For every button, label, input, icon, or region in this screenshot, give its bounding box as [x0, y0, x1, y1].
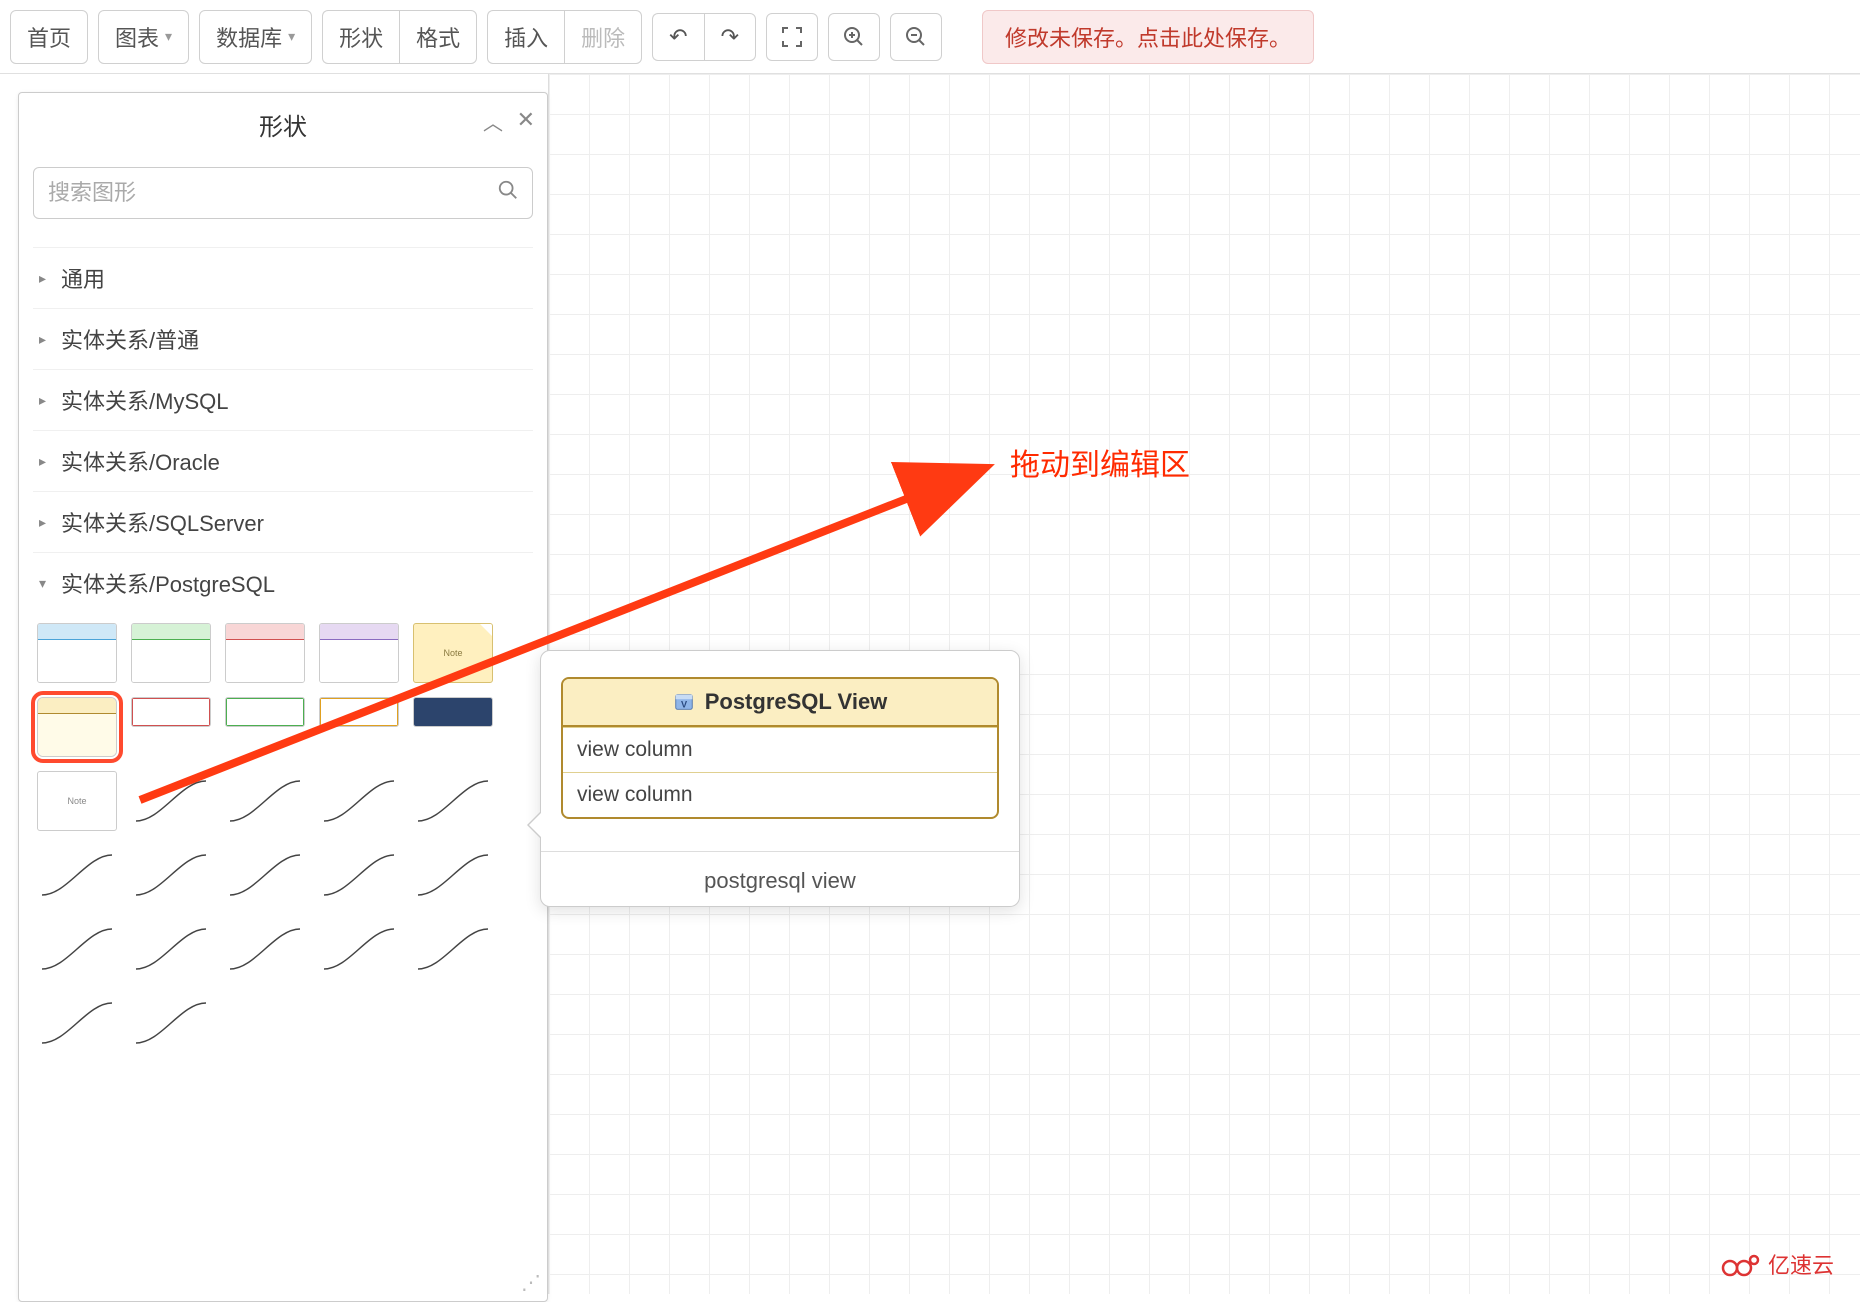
triangle-right-icon: ▸	[39, 453, 53, 470]
shape-note[interactable]: Note	[413, 623, 493, 683]
shape-relation-14[interactable]	[413, 919, 493, 979]
category-er-postgresql[interactable]: ▾ 实体关系/PostgreSQL	[33, 552, 533, 613]
category-label: 实体关系/Oracle	[61, 445, 220, 477]
category-er-common[interactable]: ▸ 实体关系/普通	[33, 308, 533, 369]
preview-row: view column	[563, 727, 997, 772]
database-dropdown[interactable]: 数据库 ▾	[199, 10, 312, 64]
shape-table-blue[interactable]	[37, 623, 117, 683]
delete-button: 删除	[564, 10, 642, 64]
shape-note-small[interactable]: Note	[37, 771, 117, 831]
shape-relation-5[interactable]	[37, 845, 117, 905]
shape-relation-2[interactable]	[225, 771, 305, 831]
preview-title: PostgreSQL View	[705, 689, 888, 715]
collapse-icon[interactable]: ︿	[483, 107, 503, 136]
shape-table-red[interactable]	[225, 623, 305, 683]
shape-relation-8[interactable]	[319, 845, 399, 905]
save-banner[interactable]: 修改未保存。点击此处保存。	[982, 10, 1314, 64]
zoom-out-icon	[904, 25, 928, 49]
category-er-mysql[interactable]: ▸ 实体关系/MySQL	[33, 369, 533, 430]
fullscreen-button[interactable]	[766, 13, 818, 61]
undo-button[interactable]: ↶	[652, 13, 703, 61]
panel-title: 形状	[259, 107, 307, 142]
shape-relation-16[interactable]	[131, 993, 211, 1053]
category-label: 实体关系/MySQL	[61, 384, 228, 416]
panel-body: ▸ 通用 ▸ 实体关系/普通 ▸ 实体关系/MySQL ▸ 实体关系/Oracle ▸ 实…	[19, 237, 547, 1301]
triangle-right-icon: ▸	[39, 331, 53, 348]
shape-relation-9[interactable]	[413, 845, 493, 905]
shape-table-purple[interactable]	[319, 623, 399, 683]
watermark: 亿速云	[1720, 1248, 1834, 1280]
shape-relation-15[interactable]	[37, 993, 117, 1053]
shape-preview-tooltip: V PostgreSQL View view column view colum…	[540, 650, 1020, 907]
insert-button[interactable]: 插入	[487, 10, 564, 64]
search-icon[interactable]	[497, 179, 519, 207]
preview-card-header: V PostgreSQL View	[563, 679, 997, 727]
category-general[interactable]: ▸ 通用	[33, 247, 533, 308]
triangle-right-icon: ▸	[39, 514, 53, 531]
category-label: 实体关系/普通	[61, 323, 199, 355]
zoom-out-button[interactable]	[890, 13, 942, 61]
shape-relation-1[interactable]	[131, 771, 211, 831]
category-label: 通用	[61, 262, 105, 294]
watermark-text: 亿速云	[1768, 1248, 1834, 1280]
shape-button[interactable]: 形状	[322, 10, 399, 64]
category-er-oracle[interactable]: ▸ 实体关系/Oracle	[33, 430, 533, 491]
shape-thin-navy[interactable]	[413, 697, 493, 727]
fullscreen-icon	[780, 25, 804, 49]
triangle-right-icon: ▸	[39, 392, 53, 409]
redo-button[interactable]: ↷	[704, 13, 756, 61]
category-er-sqlserver[interactable]: ▸ 实体关系/SQLServer	[33, 491, 533, 552]
shape-relation-10[interactable]	[37, 919, 117, 979]
watermark-logo-icon	[1720, 1250, 1760, 1278]
resize-grip-icon[interactable]: ⋰	[521, 1270, 541, 1295]
category-label: 实体关系/SQLServer	[61, 506, 264, 538]
format-button[interactable]: 格式	[399, 10, 477, 64]
category-label: 实体关系/PostgreSQL	[61, 567, 275, 599]
zoom-in-icon	[842, 25, 866, 49]
chart-label: 图表	[115, 21, 159, 53]
home-button[interactable]: 首页	[10, 10, 88, 64]
svg-text:V: V	[681, 700, 688, 710]
shape-relation-13[interactable]	[319, 919, 399, 979]
view-icon: V	[673, 691, 695, 713]
redo-icon: ↷	[721, 24, 739, 50]
undo-icon: ↶	[669, 24, 687, 50]
shape-relation-12[interactable]	[225, 919, 305, 979]
database-label: 数据库	[216, 21, 282, 53]
shape-relation-3[interactable]	[319, 771, 399, 831]
search-input[interactable]	[33, 167, 533, 219]
shapes-panel: 形状 ︿ ✕ ▸ 通用 ▸ 实体关系/普通 ▸ 实体关系/MySQL ▸ 实体关系/Or…	[18, 92, 548, 1302]
annotation-text: 拖动到编辑区	[1010, 440, 1190, 484]
close-icon[interactable]: ✕	[517, 107, 535, 133]
chevron-down-icon: ▾	[288, 28, 295, 45]
toolbar: 首页 图表 ▾ 数据库 ▾ 形状 格式 插入 删除 ↶ ↷ 修改未保存。点击此处保存…	[0, 0, 1860, 74]
preview-row: view column	[563, 772, 997, 817]
chart-dropdown[interactable]: 图表 ▾	[98, 10, 189, 64]
shape-grid: Note Note	[33, 613, 533, 1063]
shape-relation-11[interactable]	[131, 919, 211, 979]
shape-view-yellow[interactable]	[37, 697, 117, 757]
triangle-down-icon: ▾	[39, 575, 53, 592]
zoom-in-button[interactable]	[828, 13, 880, 61]
triangle-right-icon: ▸	[39, 270, 53, 287]
shape-thin-green[interactable]	[225, 697, 305, 727]
shape-format-group: 形状 格式	[322, 10, 477, 64]
chevron-down-icon: ▾	[165, 28, 172, 45]
note-label: Note	[38, 772, 116, 830]
shape-relation-6[interactable]	[131, 845, 211, 905]
shape-table-green[interactable]	[131, 623, 211, 683]
shape-relation-4[interactable]	[413, 771, 493, 831]
shape-thin-red[interactable]	[131, 697, 211, 727]
undo-redo-group: ↶ ↷	[652, 13, 756, 61]
preview-caption: postgresql view	[541, 851, 1019, 906]
search-wrap	[33, 167, 533, 219]
preview-card: V PostgreSQL View view column view colum…	[561, 677, 999, 819]
panel-header: 形状 ︿ ✕	[19, 93, 547, 157]
insert-delete-group: 插入 删除	[487, 10, 642, 64]
shape-relation-7[interactable]	[225, 845, 305, 905]
shape-thin-orange[interactable]	[319, 697, 399, 727]
